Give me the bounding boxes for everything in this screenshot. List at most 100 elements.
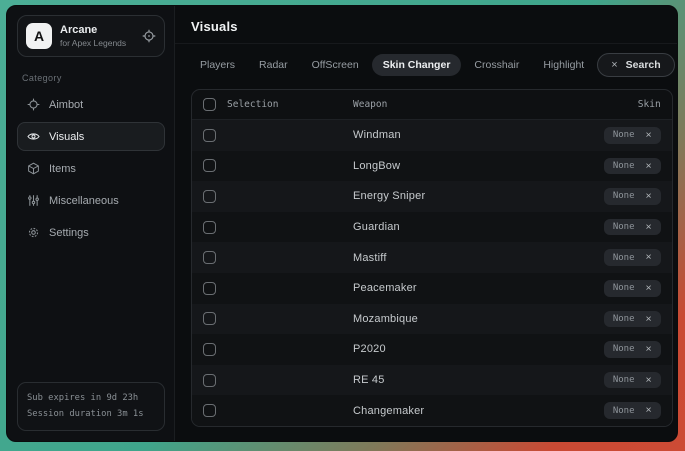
- target-icon[interactable]: [142, 29, 156, 43]
- sidebar-item-aimbot[interactable]: Aimbot: [17, 90, 165, 119]
- app-logo: A: [26, 23, 52, 49]
- sliders-icon: [27, 194, 40, 207]
- table-row: Peacemaker None ×: [192, 273, 672, 304]
- row-checkbox[interactable]: [203, 129, 216, 142]
- clear-skin-icon[interactable]: ×: [646, 375, 652, 386]
- clear-skin-icon[interactable]: ×: [646, 130, 652, 141]
- clear-skin-icon[interactable]: ×: [646, 405, 652, 416]
- tab-radar[interactable]: Radar: [248, 54, 299, 76]
- weapon-name: Mozambique: [353, 313, 604, 325]
- search-button-label: Search: [626, 59, 661, 71]
- clear-skin-icon[interactable]: ×: [646, 344, 652, 355]
- search-button[interactable]: × Search: [597, 53, 674, 77]
- skin-select-badge[interactable]: None ×: [604, 372, 661, 389]
- clear-skin-icon[interactable]: ×: [646, 161, 652, 172]
- skin-value: None: [613, 314, 635, 324]
- skin-value: None: [613, 161, 635, 171]
- tab-crosshair[interactable]: Crosshair: [463, 54, 530, 76]
- weapon-name: P2020: [353, 343, 604, 355]
- clear-skin-icon[interactable]: ×: [646, 314, 652, 325]
- skin-value: None: [613, 375, 635, 385]
- category-label: Category: [22, 73, 160, 83]
- sidebar-item-visuals[interactable]: Visuals: [17, 122, 165, 151]
- skin-select-badge[interactable]: None ×: [604, 188, 661, 205]
- skin-value: None: [613, 222, 635, 232]
- skin-select-badge[interactable]: None ×: [604, 402, 661, 419]
- tab-offscreen[interactable]: OffScreen: [301, 54, 370, 76]
- sub-expiry-text: Sub expires in 9d 23h: [27, 391, 155, 406]
- sidebar-item-label: Aimbot: [49, 99, 83, 111]
- session-duration-text: Session duration 3m 1s: [27, 407, 155, 422]
- row-checkbox[interactable]: [203, 282, 216, 295]
- skin-value: None: [613, 406, 635, 416]
- tab-skin-changer[interactable]: Skin Changer: [372, 54, 462, 76]
- skin-select-badge[interactable]: None ×: [604, 280, 661, 297]
- skin-select-badge[interactable]: None ×: [604, 219, 661, 236]
- sidebar-item-settings[interactable]: Settings: [17, 218, 165, 247]
- row-checkbox[interactable]: [203, 404, 216, 417]
- sidebar-item-label: Settings: [49, 227, 89, 239]
- sidebar-item-items[interactable]: Items: [17, 154, 165, 183]
- table-row: RE 45 None ×: [192, 365, 672, 396]
- row-checkbox[interactable]: [203, 343, 216, 356]
- skin-select-badge[interactable]: None ×: [604, 311, 661, 328]
- clear-skin-icon[interactable]: ×: [646, 222, 652, 233]
- sidebar-item-label: Miscellaneous: [49, 195, 119, 207]
- main-header: Visuals: [175, 6, 678, 44]
- row-checkbox[interactable]: [203, 312, 216, 325]
- app-name: Arcane: [60, 24, 134, 38]
- skin-select-badge[interactable]: None ×: [604, 127, 661, 144]
- column-header-weapon: Weapon: [353, 99, 638, 110]
- tabs-bar: Players Radar OffScreen Skin Changer Cro…: [175, 44, 678, 84]
- sidebar-item-label: Items: [49, 163, 76, 175]
- weapon-name: Mastiff: [353, 252, 604, 264]
- sidebar-nav: Aimbot Visuals Items: [17, 90, 165, 247]
- row-checkbox[interactable]: [203, 374, 216, 387]
- app-subtitle: for Apex Legends: [60, 38, 134, 49]
- weapon-name: LongBow: [353, 160, 604, 172]
- row-checkbox[interactable]: [203, 159, 216, 172]
- gear-icon: [27, 226, 40, 239]
- row-checkbox[interactable]: [203, 251, 216, 264]
- search-icon: ×: [611, 59, 617, 71]
- table-body: Windman None × LongBow None ×: [192, 120, 672, 426]
- subscription-info: Sub expires in 9d 23h Session duration 3…: [17, 382, 165, 431]
- clear-skin-icon[interactable]: ×: [646, 191, 652, 202]
- weapon-name: Guardian: [353, 221, 604, 233]
- weapon-name: RE 45: [353, 374, 604, 386]
- select-all-checkbox[interactable]: [203, 98, 216, 111]
- table-row: LongBow None ×: [192, 151, 672, 182]
- skin-value: None: [613, 283, 635, 293]
- skin-value: None: [613, 253, 635, 263]
- skin-select-badge[interactable]: None ×: [604, 341, 661, 358]
- row-checkbox[interactable]: [203, 221, 216, 234]
- skin-select-badge[interactable]: None ×: [604, 249, 661, 266]
- tab-players[interactable]: Players: [189, 54, 246, 76]
- column-header-skin: Skin: [638, 99, 661, 110]
- app-window: A Arcane for Apex Legends Category: [6, 5, 678, 442]
- sidebar-item-miscellaneous[interactable]: Miscellaneous: [17, 186, 165, 215]
- weapon-name: Energy Sniper: [353, 190, 604, 202]
- clear-skin-icon[interactable]: ×: [646, 283, 652, 294]
- crosshair-icon: [27, 98, 40, 111]
- skin-value: None: [613, 191, 635, 201]
- skin-select-badge[interactable]: None ×: [604, 158, 661, 175]
- clear-skin-icon[interactable]: ×: [646, 252, 652, 263]
- table-row: Energy Sniper None ×: [192, 181, 672, 212]
- tab-highlight[interactable]: Highlight: [532, 54, 595, 76]
- cube-icon: [27, 162, 40, 175]
- row-checkbox[interactable]: [203, 190, 216, 203]
- table-row: Guardian None ×: [192, 212, 672, 243]
- table-row: Mozambique None ×: [192, 304, 672, 335]
- sidebar-item-label: Visuals: [49, 131, 84, 143]
- table-row: Changemaker None ×: [192, 395, 672, 426]
- weapon-name: Changemaker: [353, 405, 604, 417]
- sidebar: A Arcane for Apex Legends Category: [7, 6, 175, 441]
- brand-card: A Arcane for Apex Legends: [17, 15, 165, 57]
- column-header-selection: Selection: [227, 99, 278, 110]
- table-row: Mastiff None ×: [192, 242, 672, 273]
- weapon-name: Peacemaker: [353, 282, 604, 294]
- weapon-name: Windman: [353, 129, 604, 141]
- skin-value: None: [613, 130, 635, 140]
- main-panel: Visuals Players Radar OffScreen Skin Cha…: [175, 6, 678, 441]
